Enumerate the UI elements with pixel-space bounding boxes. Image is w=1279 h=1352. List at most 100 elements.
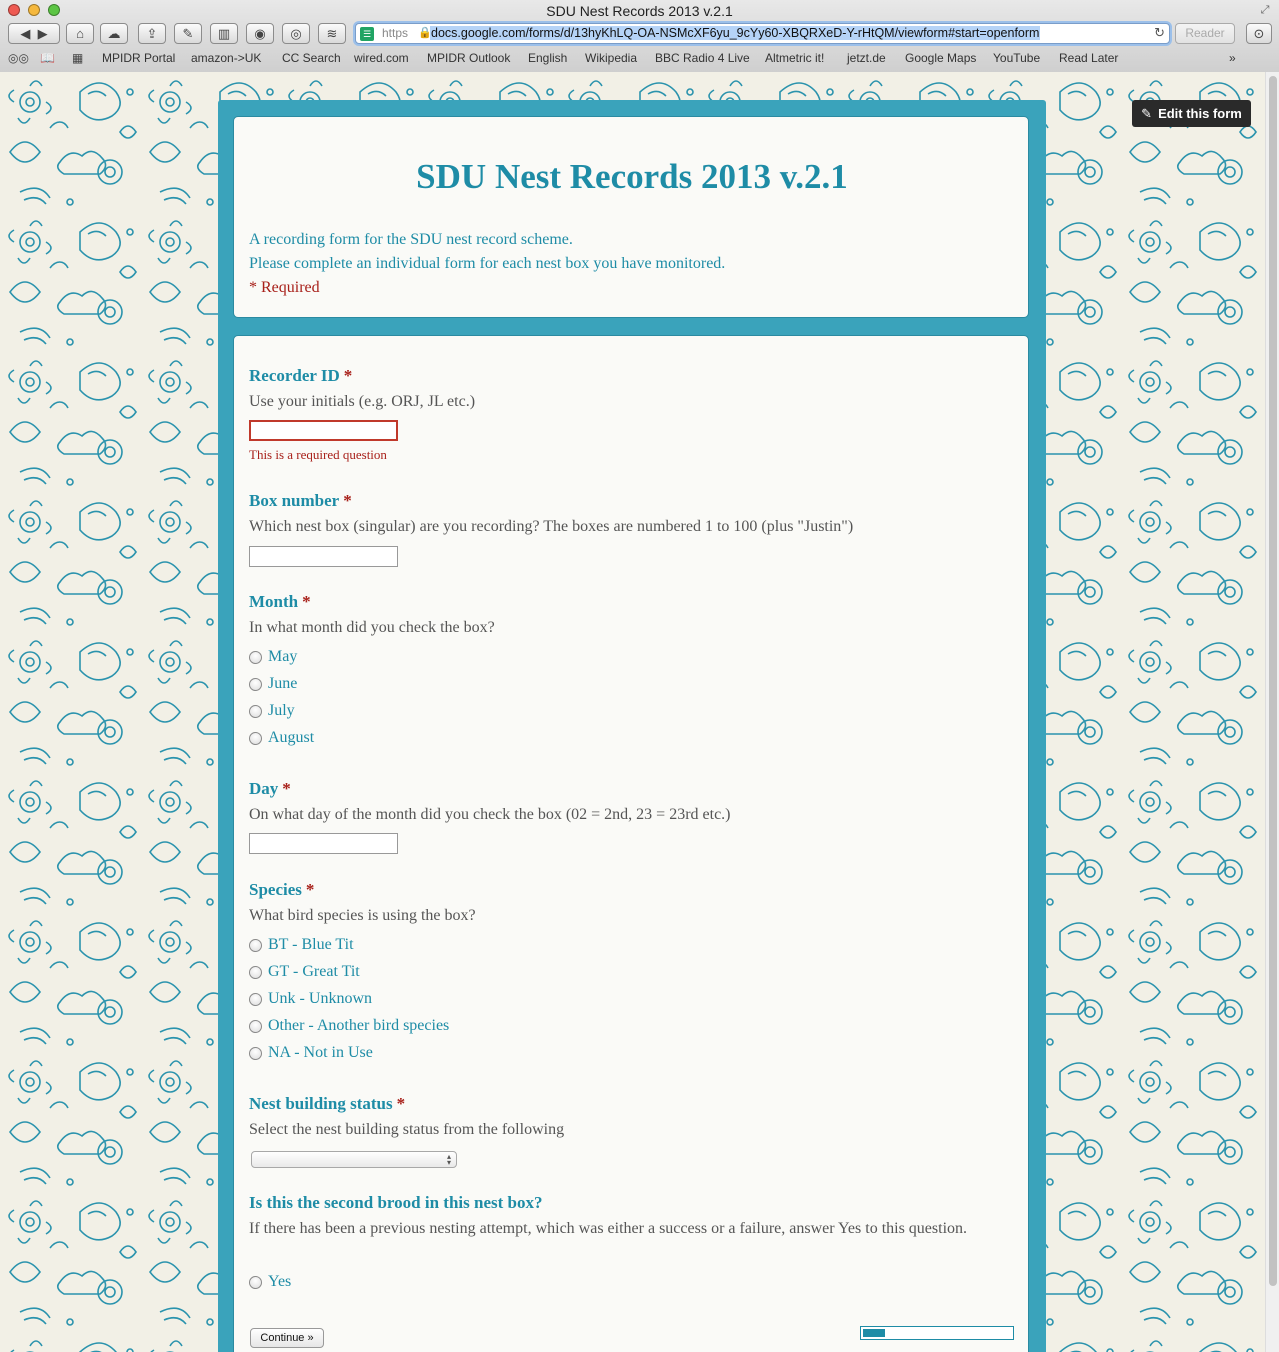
- radio-button[interactable]: [249, 704, 262, 718]
- species-option-na[interactable]: NA - Not in Use: [249, 1042, 373, 1064]
- url-text[interactable]: docs.google.com/forms/d/13hyKhLQ-OA-NSMc…: [430, 26, 1041, 40]
- vertical-scrollbar[interactable]: [1265, 72, 1279, 1352]
- question-title-text: Recorder ID: [249, 366, 340, 385]
- month-option-june[interactable]: June: [249, 673, 297, 695]
- option-label: NA - Not in Use: [268, 1044, 373, 1061]
- required-star: *: [305, 880, 315, 899]
- layers-button[interactable]: ≋: [318, 23, 346, 44]
- tools-button[interactable]: ✎: [174, 23, 202, 44]
- nest-status-select[interactable]: ▴ ▾: [251, 1151, 457, 1168]
- option-label: BT - Blue Tit: [268, 936, 354, 953]
- question-title-text: Nest building status: [249, 1094, 393, 1113]
- required-note: * Required: [249, 279, 320, 296]
- fullscreen-icon[interactable]: ⤢: [1259, 4, 1271, 16]
- box-number-input[interactable]: [249, 546, 398, 567]
- scrollbar-thumb[interactable]: [1269, 76, 1277, 1286]
- question-second-brood-help: If there has been a previous nesting att…: [249, 1220, 968, 1237]
- radio-button[interactable]: [249, 965, 262, 979]
- question-species-help: What bird species is using the box?: [249, 907, 476, 924]
- progress-bar: [860, 1326, 1014, 1340]
- species-option-gt[interactable]: GT - Great Tit: [249, 961, 360, 983]
- pencil-icon: ✎: [1141, 105, 1153, 121]
- share-button[interactable]: ⇪: [138, 23, 166, 44]
- question-nest-status-title: Nest building status *: [249, 1094, 405, 1114]
- bookmark-mpidr-outlook[interactable]: MPIDR Outlook: [427, 51, 510, 65]
- form-description-line-1: A recording form for the SDU nest record…: [249, 231, 573, 248]
- bookmark-wikipedia[interactable]: Wikipedia: [585, 51, 637, 65]
- bookmark-cc-search[interactable]: CC Search: [282, 51, 341, 65]
- reader-button[interactable]: Reader: [1175, 23, 1235, 44]
- month-option-august[interactable]: August: [249, 727, 314, 749]
- radio-button[interactable]: [249, 1019, 262, 1033]
- share-icon: ⇪: [146, 25, 158, 41]
- option-label: May: [268, 648, 298, 665]
- back-forward-buttons[interactable]: ◀ ▶: [8, 23, 60, 44]
- bookmarks-book-icon[interactable]: 📖: [40, 51, 55, 65]
- more-bookmarks-icon[interactable]: »: [1229, 51, 1236, 65]
- question-day-help: On what day of the month did you check t…: [249, 806, 731, 823]
- stumble-button[interactable]: ◎: [282, 23, 310, 44]
- question-month-help: In what month did you check the box?: [249, 619, 495, 636]
- library-button[interactable]: ▥: [210, 23, 238, 44]
- radio-button[interactable]: [249, 938, 262, 952]
- reload-icon[interactable]: ↻: [1154, 25, 1165, 41]
- question-title-text: Species: [249, 880, 302, 899]
- continue-button[interactable]: Continue »: [250, 1328, 324, 1348]
- bookmark-english[interactable]: English: [528, 51, 567, 65]
- form-header: SDU Nest Records 2013 v.2.1 A recording …: [233, 116, 1029, 318]
- question-title-text: Box number: [249, 491, 340, 510]
- downloads-button[interactable]: ⊙: [1246, 23, 1272, 44]
- option-label: Yes: [268, 1273, 292, 1290]
- reading-list-icon[interactable]: ◎◎: [8, 51, 29, 65]
- bookmark-altmetric[interactable]: Altmetric it!: [765, 51, 824, 65]
- extension-icon: ◉: [254, 25, 266, 41]
- second-brood-option-yes[interactable]: Yes: [249, 1271, 291, 1293]
- radio-button[interactable]: [249, 1046, 262, 1060]
- bookmark-mpidr-portal[interactable]: MPIDR Portal: [102, 51, 175, 65]
- month-option-may[interactable]: May: [249, 646, 297, 668]
- question-recorder-id-help: Use your initials (e.g. ORJ, JL etc.): [249, 393, 476, 410]
- bookmark-youtube[interactable]: YouTube: [993, 51, 1040, 65]
- question-recorder-id-title: Recorder ID *: [249, 366, 352, 386]
- radio-button[interactable]: [249, 731, 262, 745]
- question-species-title: Species *: [249, 880, 314, 900]
- species-option-unk[interactable]: Unk - Unknown: [249, 988, 372, 1010]
- title-bar: SDU Nest Records 2013 v.2.1 ⤢: [0, 0, 1279, 22]
- recorder-id-input[interactable]: [249, 420, 398, 441]
- bookmark-google-maps[interactable]: Google Maps: [905, 51, 976, 65]
- layers-icon: ≋: [326, 25, 338, 41]
- bookmark-wired[interactable]: wired.com: [354, 51, 409, 65]
- extension-button[interactable]: ◉: [246, 23, 274, 44]
- radio-button[interactable]: [249, 992, 262, 1006]
- radio-button[interactable]: [249, 1275, 262, 1289]
- required-star: *: [302, 592, 311, 611]
- edit-this-form-button[interactable]: ✎ Edit this form: [1132, 100, 1251, 127]
- top-sites-grid-icon[interactable]: ▦: [72, 51, 83, 65]
- question-nest-status-help: Select the nest building status from the…: [249, 1121, 565, 1138]
- required-star: *: [396, 1094, 406, 1113]
- forward-icon[interactable]: ▶: [38, 26, 48, 42]
- browser-chrome: SDU Nest Records 2013 v.2.1 ⤢ ◀ ▶ ⌂ ☁ ⇪ …: [0, 0, 1279, 73]
- icloud-button[interactable]: ☁: [100, 23, 128, 44]
- address-bar[interactable]: ☰ https 🔒 docs.google.com/forms/d/13hyKh…: [355, 23, 1170, 44]
- question-second-brood-title: Is this the second brood in this nest bo…: [249, 1193, 542, 1213]
- bookmark-jetzt[interactable]: jetzt.de: [847, 51, 886, 65]
- bookmark-bbc-radio4[interactable]: BBC Radio 4 Live: [655, 51, 750, 65]
- form-title: SDU Nest Records 2013 v.2.1: [416, 157, 848, 196]
- option-label: Other - Another bird species: [268, 1017, 450, 1034]
- progress-bar-fill: [863, 1329, 885, 1337]
- question-day-title: Day *: [249, 779, 291, 799]
- home-button[interactable]: ⌂: [66, 23, 94, 44]
- month-option-july[interactable]: July: [249, 700, 295, 722]
- form-description-line-2: Please complete an individual form for e…: [249, 255, 726, 272]
- select-arrows-icon: ▴ ▾: [446, 1152, 451, 1167]
- species-option-other[interactable]: Other - Another bird species: [249, 1015, 449, 1037]
- day-input[interactable]: [249, 833, 398, 854]
- bookmark-amazon-uk[interactable]: amazon->UK: [191, 51, 261, 65]
- radio-button[interactable]: [249, 650, 262, 664]
- wrench-icon: ✎: [182, 25, 194, 41]
- radio-button[interactable]: [249, 677, 262, 691]
- bookmark-read-later[interactable]: Read Later: [1059, 51, 1118, 65]
- species-option-bt[interactable]: BT - Blue Tit: [249, 934, 354, 956]
- back-icon[interactable]: ◀: [20, 26, 30, 42]
